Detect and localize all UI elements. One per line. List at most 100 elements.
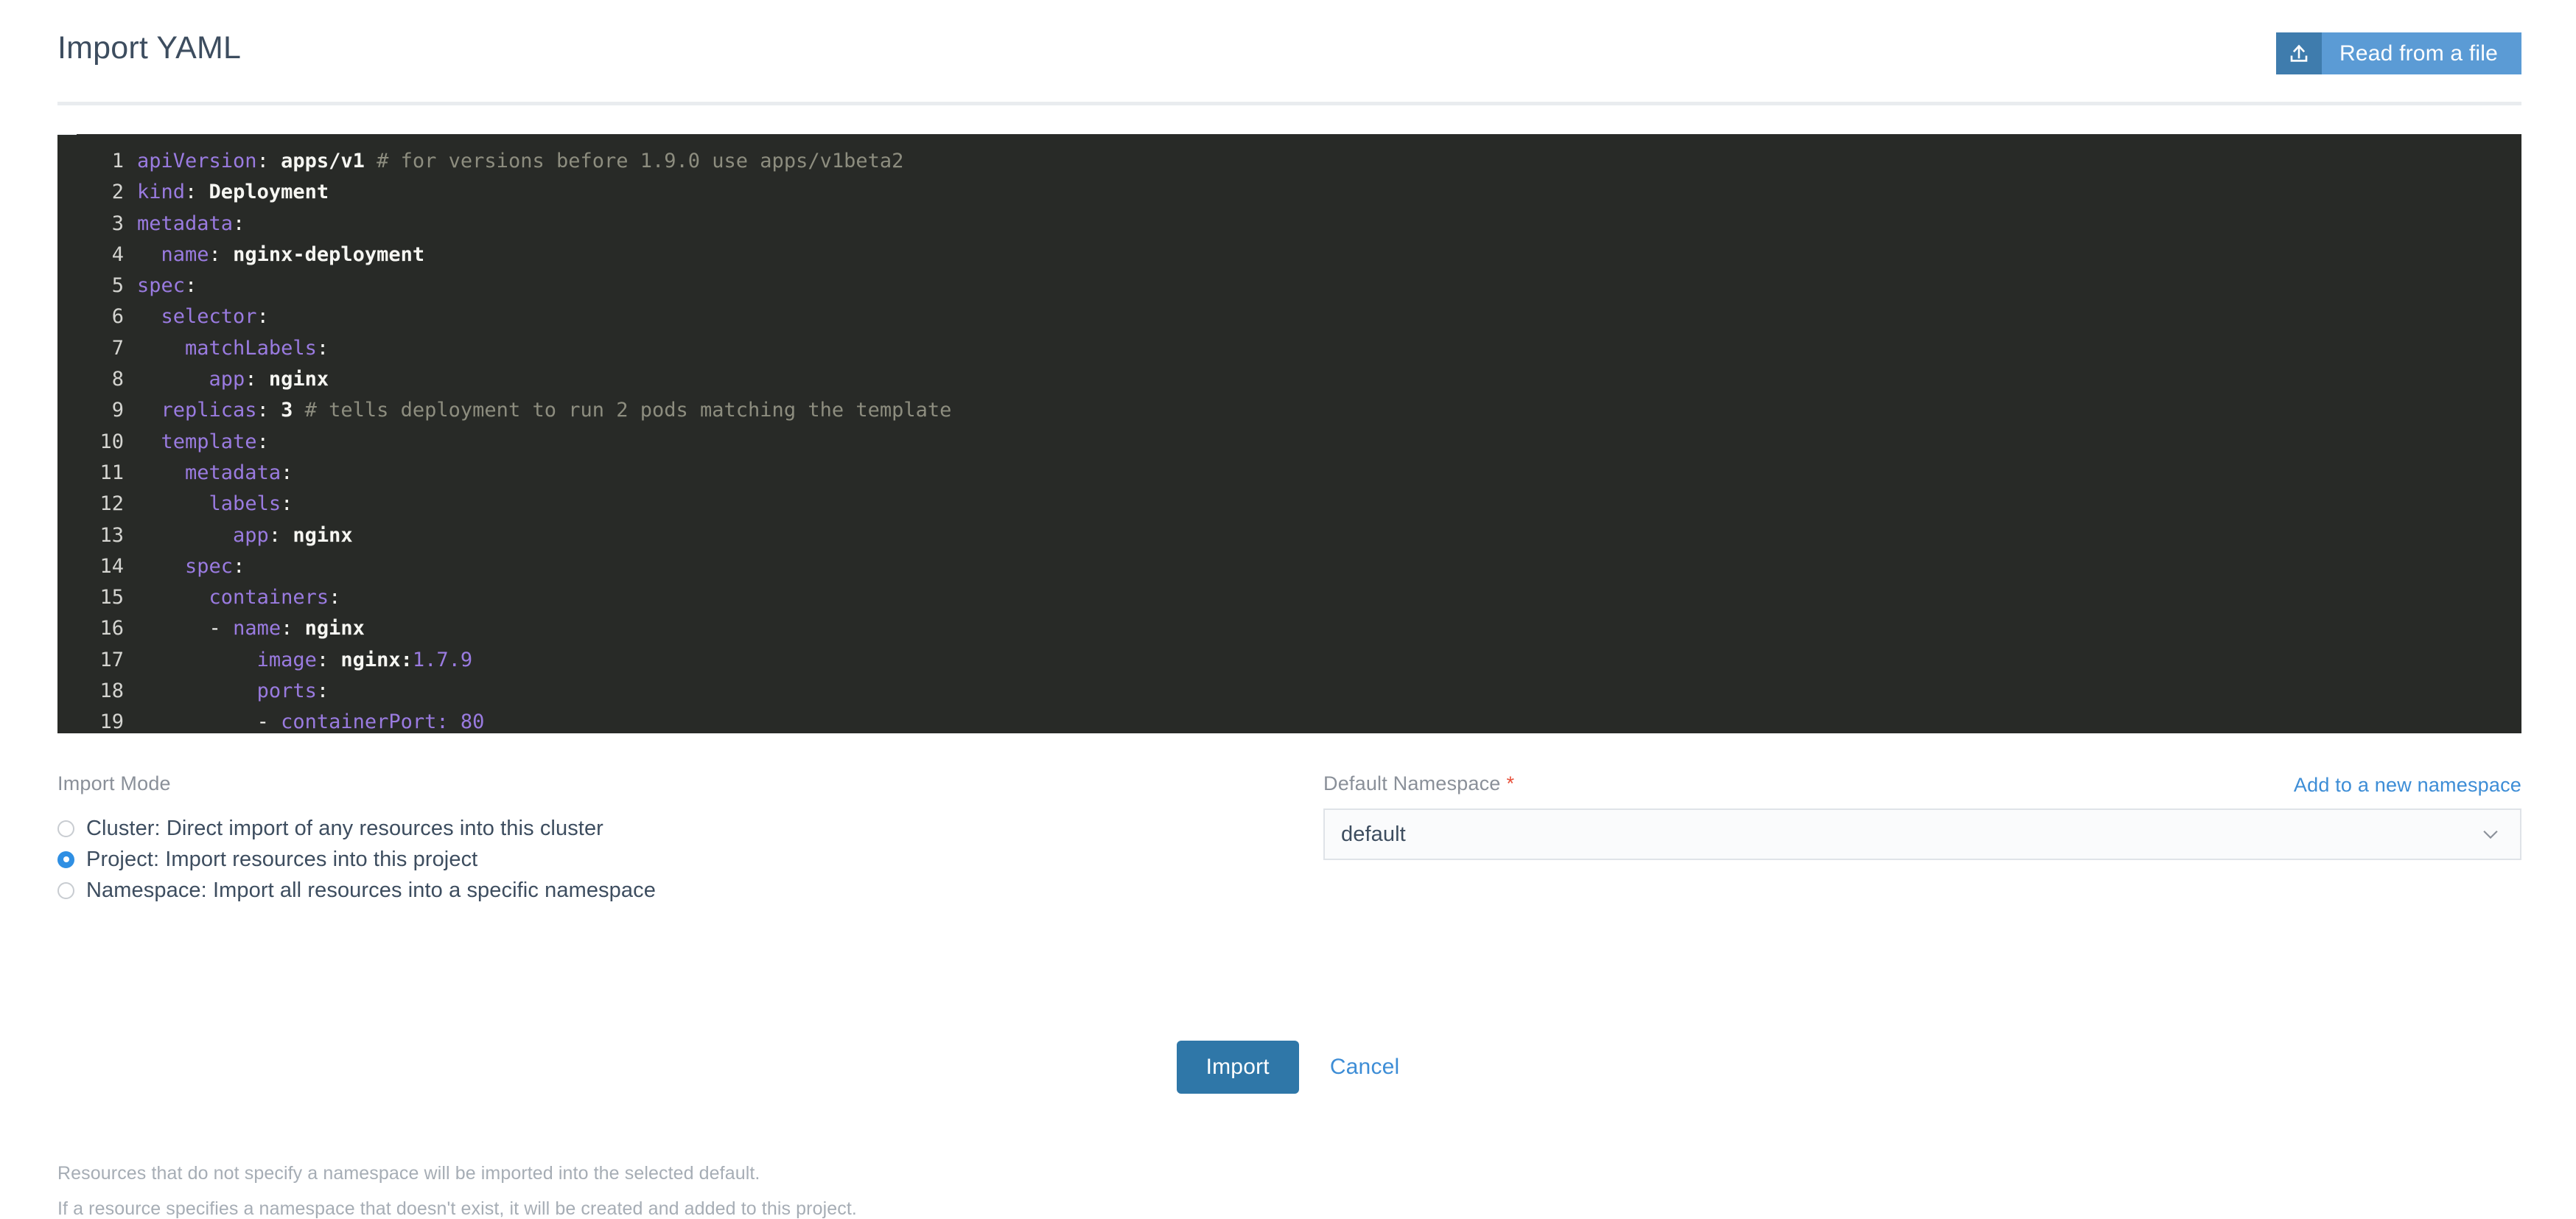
- code-token-colon: :: [245, 368, 257, 391]
- default-namespace-selected-value: default: [1341, 822, 1406, 846]
- code-token-key: selector: [161, 305, 257, 329]
- helper-text-default-namespace: Resources that do not specify a namespac…: [57, 1163, 760, 1184]
- import-yaml-page: Import YAML Read from a file 1 apiVersion…: [0, 0, 2576, 1218]
- code-line-number: 9: [111, 399, 124, 422]
- cancel-button[interactable]: Cancel: [1330, 1055, 1400, 1080]
- code-line: 7 matchLabels:: [57, 333, 2521, 364]
- code-line-number: 4: [111, 242, 124, 266]
- import-mode-option-label: Cluster: Direct import of any resources …: [86, 816, 603, 840]
- code-token-key: matchLabels: [185, 336, 317, 360]
- code-token-key: app: [233, 523, 269, 547]
- code-token-colon: :: [185, 274, 197, 298]
- code-token-key: containers: [209, 586, 329, 610]
- code-line: 12 labels:: [57, 489, 2521, 520]
- code-token-colon: :: [268, 523, 281, 547]
- code-line-number: 14: [99, 554, 124, 578]
- code-line-number: 8: [111, 368, 124, 391]
- chevron-down-icon[interactable]: [2480, 824, 2501, 845]
- code-token-colon: :: [436, 710, 449, 733]
- code-line: 4 name: nginx-deployment: [57, 240, 2521, 270]
- code-line: 17 image: nginx:1.7.9: [57, 645, 2521, 676]
- helper-text-namespace-creation: If a resource specifies a namespace that…: [57, 1198, 857, 1219]
- code-token-colon: :: [256, 399, 269, 422]
- code-line: 16 - name: nginx: [57, 613, 2521, 644]
- code-line-number: 17: [99, 648, 124, 671]
- code-token-key: labels: [209, 492, 281, 516]
- code-token-dash: -: [209, 617, 234, 640]
- upload-icon: [2276, 32, 2323, 74]
- radio-icon[interactable]: [57, 881, 74, 899]
- code-token-key: spec: [137, 274, 186, 298]
- code-line-number: 7: [111, 336, 124, 360]
- code-line: 14 spec:: [57, 551, 2521, 582]
- code-line-number: 19: [99, 710, 124, 733]
- code-token-key: apiVersion: [137, 150, 257, 172]
- code-token-colon: :: [316, 680, 329, 703]
- code-line: 8 app: nginx: [57, 364, 2521, 395]
- code-token-value: nginx: [281, 523, 353, 547]
- required-marker: *: [1506, 772, 1515, 794]
- import-mode-radio-group[interactable]: Cluster: Direct import of any resources …: [57, 813, 1236, 906]
- default-namespace-section: Default Namespace * Add to a new namespac…: [1323, 774, 2521, 860]
- code-token-value: apps/v1: [268, 150, 365, 172]
- code-token-value: nginx: [293, 617, 365, 640]
- import-mode-section: Import Mode Cluster: Direct import of an…: [57, 772, 1236, 1218]
- code-token-colon: :: [256, 430, 269, 453]
- code-token-colon: :: [281, 492, 293, 516]
- code-line: 19 - containerPort: 80: [57, 707, 2521, 733]
- code-token-colon: :: [256, 305, 269, 329]
- code-line: 5 spec:: [57, 270, 2521, 301]
- code-token-colon: :: [281, 461, 293, 484]
- code-line-number: 6: [111, 305, 124, 329]
- read-from-file-button[interactable]: Read from a file: [2276, 32, 2521, 74]
- code-token-key: spec: [185, 554, 234, 578]
- code-token-comment: # tells deployment to run 2 pods matchin…: [293, 399, 952, 422]
- code-token-colon: :: [185, 181, 197, 204]
- import-mode-option-namespace[interactable]: Namespace: Import all resources into a s…: [57, 875, 1236, 906]
- code-token-key: ports: [256, 680, 317, 703]
- code-token-colon: :: [281, 617, 293, 640]
- radio-icon[interactable]: [57, 850, 74, 868]
- code-line-number: 1: [111, 150, 124, 172]
- import-mode-label: Import Mode: [57, 772, 171, 794]
- code-line: 6 selector:: [57, 301, 2521, 332]
- code-token-key: metadata: [137, 212, 234, 235]
- code-token-key: app: [209, 368, 245, 391]
- code-token-key: image: [256, 648, 317, 671]
- code-line: 2 kind: Deployment: [57, 177, 2521, 208]
- import-mode-option-project[interactable]: Project: Import resources into this proj…: [57, 844, 1236, 875]
- code-line: 11 metadata:: [57, 458, 2521, 489]
- default-namespace-select[interactable]: default: [1323, 808, 2521, 860]
- code-token-value: Deployment: [197, 181, 329, 204]
- code-token-colon: :: [329, 586, 341, 610]
- code-line-number: 13: [99, 523, 124, 547]
- code-token-colon: :: [256, 150, 269, 172]
- code-token-value: 80: [448, 710, 485, 733]
- code-line: 10 template:: [57, 427, 2521, 458]
- code-token-key: name: [233, 617, 281, 640]
- code-token-value: 3: [268, 399, 293, 422]
- import-button[interactable]: Import: [1176, 1041, 1299, 1094]
- code-line: 3 metadata:: [57, 209, 2521, 240]
- code-token-dash: -: [256, 710, 281, 733]
- code-token-key: containerPort: [281, 710, 437, 733]
- import-mode-option-label: Namespace: Import all resources into a s…: [86, 878, 656, 902]
- code-line: 9 replicas: 3 # tells deployment to run …: [57, 395, 2521, 426]
- code-token-key: kind: [137, 181, 186, 204]
- code-line-number: 2: [111, 181, 124, 204]
- code-token-colon: :: [233, 554, 245, 578]
- form-footer: Import Cancel: [0, 1041, 2576, 1094]
- code-token-key: replicas: [161, 399, 257, 422]
- yaml-code-lines[interactable]: 1 apiVersion: apps/v1 # for versions befo…: [57, 146, 2521, 733]
- yaml-code-editor[interactable]: 1 apiVersion: apps/v1 # for versions befo…: [57, 134, 2521, 733]
- code-line-number: 5: [111, 274, 124, 298]
- radio-icon[interactable]: [57, 820, 74, 837]
- read-from-file-label: Read from a file: [2339, 41, 2498, 66]
- page-title: Import YAML: [57, 30, 242, 66]
- code-token-colon: :: [316, 336, 329, 360]
- code-line-number: 12: [99, 492, 124, 516]
- import-mode-option-cluster[interactable]: Cluster: Direct import of any resources …: [57, 813, 1236, 844]
- code-token-value: nginx:: [329, 648, 413, 671]
- code-line-number: 3: [111, 212, 124, 235]
- add-new-namespace-link[interactable]: Add to a new namespace: [2294, 774, 2521, 797]
